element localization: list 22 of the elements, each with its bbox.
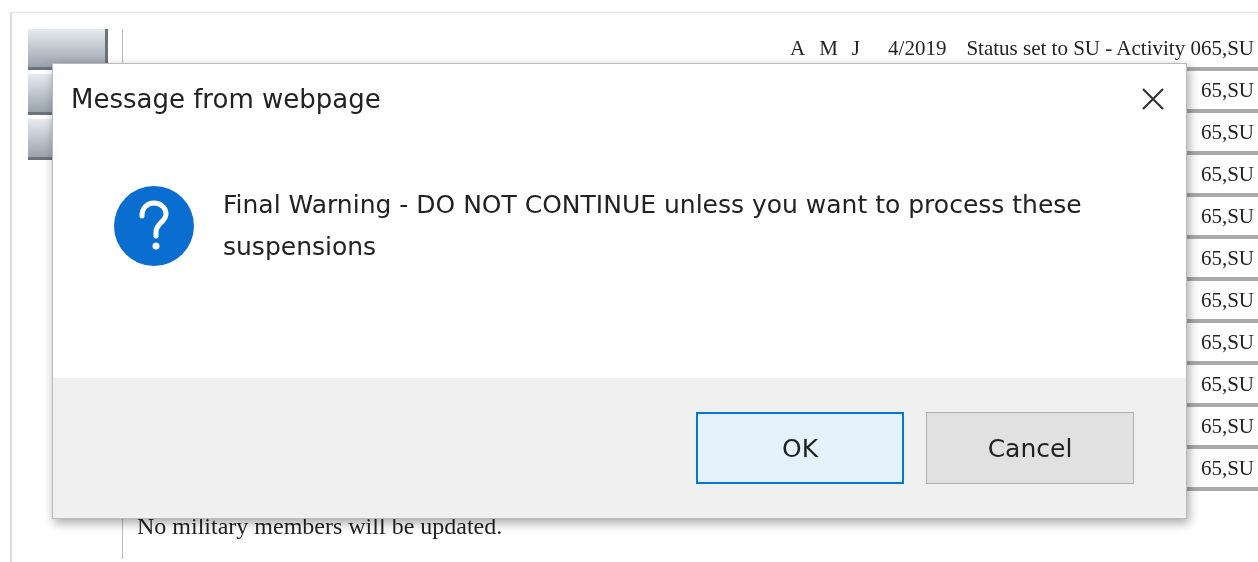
table-cell: 65,SU: [1200, 77, 1254, 103]
table-cell: J: [851, 35, 861, 61]
table-cell: A: [790, 35, 806, 61]
table-cell: M: [819, 35, 838, 61]
dialog-title: Message from webpage: [71, 84, 381, 114]
table-cell: 65,SU: [1200, 203, 1254, 229]
table-cell: Status set to SU - Activity 065,SU: [966, 35, 1254, 61]
table-cell: 65,SU: [1200, 161, 1254, 187]
table-cell: 65,SU: [1200, 245, 1254, 271]
table-cell: 4/2019: [888, 35, 947, 61]
table-cell: 65,SU: [1200, 371, 1254, 397]
ok-button[interactable]: OK: [696, 412, 904, 484]
table-cell: 65,SU: [1200, 413, 1254, 439]
close-icon[interactable]: [1140, 86, 1166, 112]
table-cell: 65,SU: [1200, 287, 1254, 313]
table-cell: 65,SU: [1200, 329, 1254, 355]
table-cell: 65,SU: [1200, 455, 1254, 481]
note-text: No military members will be updated.: [137, 513, 504, 540]
question-icon: [113, 185, 195, 267]
cancel-button[interactable]: Cancel: [926, 412, 1134, 484]
warning-message: Final Warning - DO NOT CONTINUE unless you want to process these suspensions: [223, 188, 1083, 263]
table-cell: 65,SU: [1200, 119, 1254, 145]
